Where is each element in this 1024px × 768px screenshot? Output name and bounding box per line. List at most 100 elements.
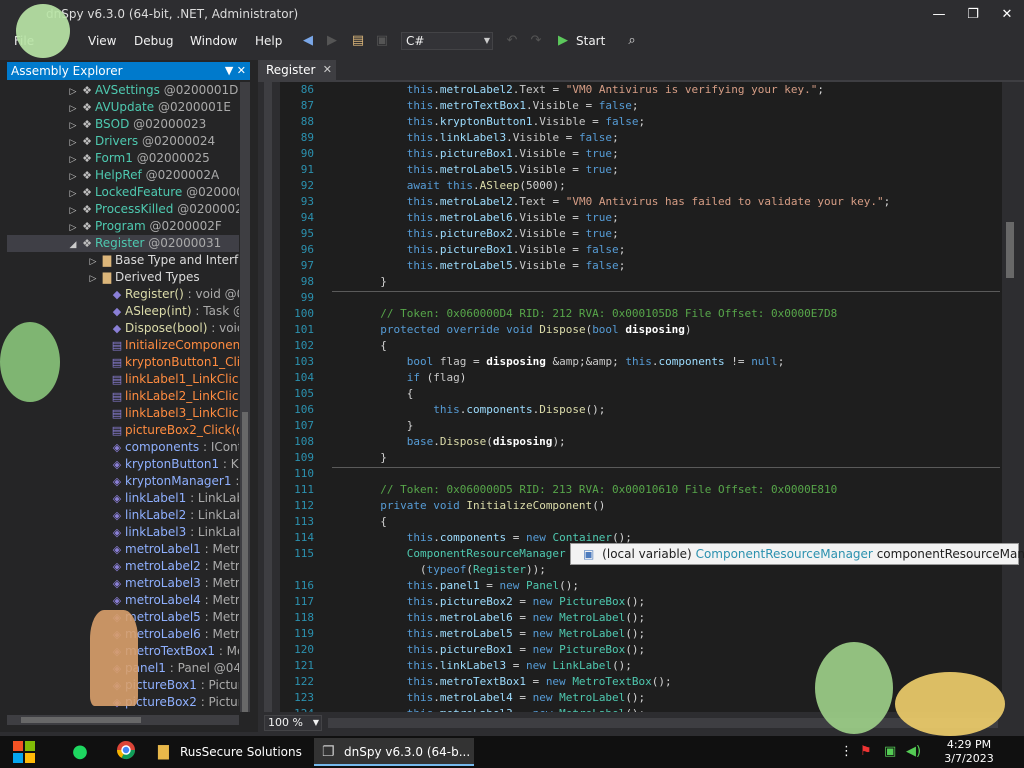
code-line[interactable]: 117 this.pictureBox2 = new PictureBox(); <box>280 594 645 610</box>
back-icon[interactable]: ◀ <box>298 32 318 50</box>
code-line[interactable]: 120 this.pictureBox1 = new PictureBox(); <box>280 642 645 658</box>
tree-item[interactable]: ◈components : IContai <box>7 439 239 456</box>
tree-item[interactable]: ◈kryptonManager1 : K <box>7 473 239 490</box>
tab-register[interactable]: Register ✕ <box>258 60 336 80</box>
code-line[interactable]: 111 // Token: 0x060000D5 RID: 213 RVA: 0… <box>280 482 837 498</box>
code-line[interactable]: 94 this.metroLabel6.Visible = true; <box>280 210 619 226</box>
taskbar-app-russecure[interactable]: ▇ RusSecure Solutions <box>150 738 308 766</box>
scroll-thumb[interactable] <box>242 412 248 712</box>
maximize-button[interactable]: ❐ <box>958 4 988 26</box>
menu-window[interactable]: Window <box>184 31 243 51</box>
flag-icon[interactable]: ⚑ <box>860 744 872 759</box>
code-line[interactable]: 103 bool flag = disposing &amp;&amp; thi… <box>280 354 784 370</box>
redo-icon[interactable]: ↷ <box>526 32 546 50</box>
code-line[interactable]: (typeof(Register)); <box>280 562 546 578</box>
code-line[interactable]: 123 this.metroLabel4 = new MetroLabel(); <box>280 690 645 706</box>
tree-item[interactable]: ◈linkLabel3 : LinkLabel <box>7 524 239 541</box>
zoom-select[interactable]: 100 % ▼ <box>264 715 322 731</box>
close-button[interactable]: ✕ <box>992 4 1022 26</box>
scroll-thumb[interactable] <box>21 717 141 723</box>
code-line[interactable]: 122 this.metroTextBox1 = new MetroTextBo… <box>280 674 672 690</box>
code-line[interactable]: 112 private void InitializeComponent() <box>280 498 605 514</box>
menu-help[interactable]: Help <box>249 31 288 51</box>
code-line[interactable]: 89 this.linkLabel3.Visible = false; <box>280 130 619 146</box>
code-line[interactable]: 99 <box>280 290 354 306</box>
code-line[interactable]: 105 { <box>280 386 413 402</box>
close-tab-icon[interactable]: ✕ <box>323 60 332 80</box>
code-line[interactable]: 116 this.panel1 = new Panel(); <box>280 578 579 594</box>
tree-item[interactable]: ◈metroLabel2 : MetroL <box>7 558 239 575</box>
volume-icon[interactable]: ◀) <box>906 744 921 759</box>
code-line[interactable]: 88 this.kryptonButton1.Visible = false; <box>280 114 645 130</box>
tree-item[interactable]: ▤pictureBox2_Click(obj <box>7 422 239 439</box>
code-line[interactable]: 118 this.metroLabel6 = new MetroLabel(); <box>280 610 645 626</box>
tree-item[interactable]: ▷ ❖ Form1 @02000025 <box>7 150 239 167</box>
tree-item[interactable]: ▷ ❖ Program @0200002F <box>7 218 239 235</box>
start-button[interactable]: ▶ Start <box>556 31 605 51</box>
tree-item[interactable]: ◈metroLabel1 : MetroL <box>7 541 239 558</box>
clock[interactable]: 4:29 PM 3/7/2023 <box>938 738 1000 766</box>
code-line[interactable]: 90 this.pictureBox1.Visible = true; <box>280 146 619 162</box>
search-icon[interactable]: ⌕ <box>622 32 642 50</box>
code-line[interactable]: 98 } <box>280 274 387 290</box>
undo-icon[interactable]: ↶ <box>502 32 522 50</box>
code-line[interactable]: 93 this.metroLabel2.Text = "VM0 Antiviru… <box>280 194 890 210</box>
tree-item[interactable]: ▷ ❖ HelpRef @0200002A <box>7 167 239 184</box>
tree-item[interactable]: ◈linkLabel2 : LinkLabel <box>7 507 239 524</box>
code-line[interactable]: 108 base.Dispose(disposing); <box>280 434 566 450</box>
tree-item[interactable]: ◈metroLabel4 : MetroL <box>7 592 239 609</box>
spotify-icon[interactable]: ● <box>68 740 92 764</box>
code-line[interactable]: 121 this.linkLabel3 = new LinkLabel(); <box>280 658 632 674</box>
code-line[interactable]: 124 this.metroLabel3 = new MetroLabel(); <box>280 706 645 712</box>
code-line[interactable]: 104 if (flag) <box>280 370 466 386</box>
code-line[interactable]: 102 { <box>280 338 387 354</box>
tree-item[interactable]: ◈metroLabel3 : MetroL <box>7 575 239 592</box>
tree-item[interactable]: ▷ ❖ AVSettings @0200001D <box>7 82 239 99</box>
code-line[interactable]: 92 await this.ASleep(5000); <box>280 178 566 194</box>
code-line[interactable]: 100 // Token: 0x060000D4 RID: 212 RVA: 0… <box>280 306 837 322</box>
open-icon[interactable]: ▤ <box>348 32 368 50</box>
code-line[interactable]: 113 { <box>280 514 387 530</box>
code-line[interactable]: 97 this.metroLabel5.Visible = false; <box>280 258 626 274</box>
chrome-icon[interactable] <box>114 740 138 764</box>
save-icon[interactable]: ▣ <box>372 32 392 50</box>
code-line[interactable]: 86 this.metroLabel2.Text = "VM0 Antiviru… <box>280 82 824 98</box>
menu-view[interactable]: View <box>82 31 122 51</box>
explorer-header[interactable]: Assembly Explorer ▼ ✕ <box>7 62 250 80</box>
tree-item[interactable]: ▷ ❖ ProcessKilled @0200002 <box>7 201 239 218</box>
menu-debug[interactable]: Debug <box>128 31 179 51</box>
code-line[interactable]: 107 } <box>280 418 413 434</box>
tree-item[interactable]: ▷ ▇ Derived Types <box>7 269 239 286</box>
code-editor[interactable]: 86 this.metroLabel2.Text = "VM0 Antiviru… <box>280 82 1002 712</box>
language-select[interactable]: C# ▼ <box>401 32 493 50</box>
forward-icon[interactable]: ▶ <box>322 32 342 50</box>
minimize-button[interactable]: — <box>924 4 954 26</box>
editor-horizontal-scrollbar[interactable] <box>328 718 998 728</box>
tree-item[interactable]: ◢ ❖ Register @02000031 <box>7 235 239 252</box>
code-line[interactable]: 96 this.pictureBox1.Visible = false; <box>280 242 626 258</box>
code-line[interactable]: 110 <box>280 466 354 482</box>
editor-vertical-scrollbar[interactable] <box>1003 82 1017 712</box>
tree-item[interactable]: ◈linkLabel1 : LinkLabel <box>7 490 239 507</box>
tree-item[interactable]: ▷❖LockedFeature @0200000 <box>7 184 239 201</box>
code-line[interactable]: 109 } <box>280 450 387 466</box>
tree-item[interactable]: ▷ ▇ Base Type and Interf <box>7 252 239 269</box>
code-line[interactable]: 119 this.metroLabel5 = new MetroLabel(); <box>280 626 645 642</box>
code-line[interactable]: 95 this.pictureBox2.Visible = true; <box>280 226 619 242</box>
tree-item[interactable]: ▷ ❖ Drivers @02000024 <box>7 133 239 150</box>
windows-start-icon[interactable] <box>12 740 36 764</box>
scroll-thumb[interactable] <box>1006 222 1014 278</box>
taskbar-app-dnspy[interactable]: ❐ dnSpy v6.3.0 (64-b... <box>314 738 474 766</box>
explorer-header-icons[interactable]: ▼ ✕ <box>225 62 246 80</box>
more-icon[interactable]: ⋮ <box>840 744 853 759</box>
tree-item[interactable]: ◈kryptonButton1 : Kryp <box>7 456 239 473</box>
tree-item[interactable]: ◆ Register() : void @0 <box>7 286 239 303</box>
code-line[interactable]: 101 protected override void Dispose(bool… <box>280 322 691 338</box>
tree-item[interactable]: ◆ASleep(int) : Task @ <box>7 303 239 320</box>
tree-vertical-scrollbar[interactable] <box>240 82 250 712</box>
code-line[interactable]: 106 this.components.Dispose(); <box>280 402 605 418</box>
code-line[interactable]: 87 this.metroTextBox1.Visible = false; <box>280 98 639 114</box>
tree-item[interactable]: ▷ ❖ AVUpdate @0200001E <box>7 99 239 116</box>
tree-horizontal-scrollbar[interactable] <box>7 715 239 725</box>
tree-item[interactable]: ▷ ❖ BSOD @02000023 <box>7 116 239 133</box>
